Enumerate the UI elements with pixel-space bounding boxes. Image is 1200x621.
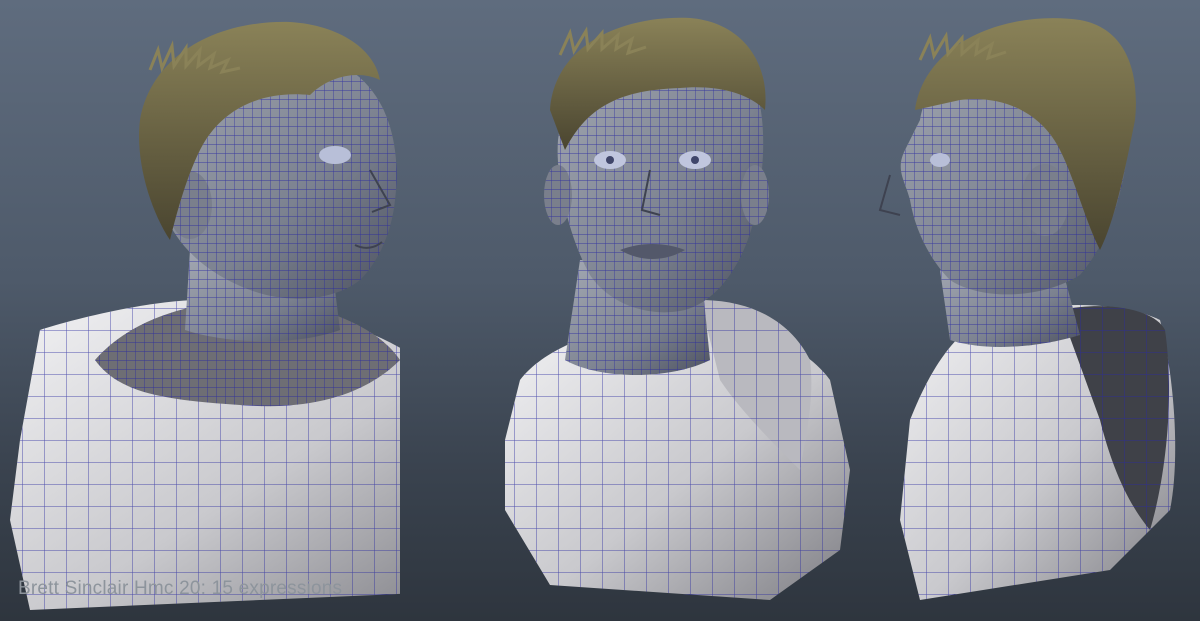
image-caption: Brett Sinclair Hmc 20: 15 expressions <box>18 578 343 599</box>
render-viewport: Brett Sinclair Hmc 20: 15 expressions <box>0 0 1200 621</box>
bust-front <box>470 0 870 621</box>
bust-profile <box>860 0 1200 621</box>
bust-three-quarter <box>0 0 400 621</box>
